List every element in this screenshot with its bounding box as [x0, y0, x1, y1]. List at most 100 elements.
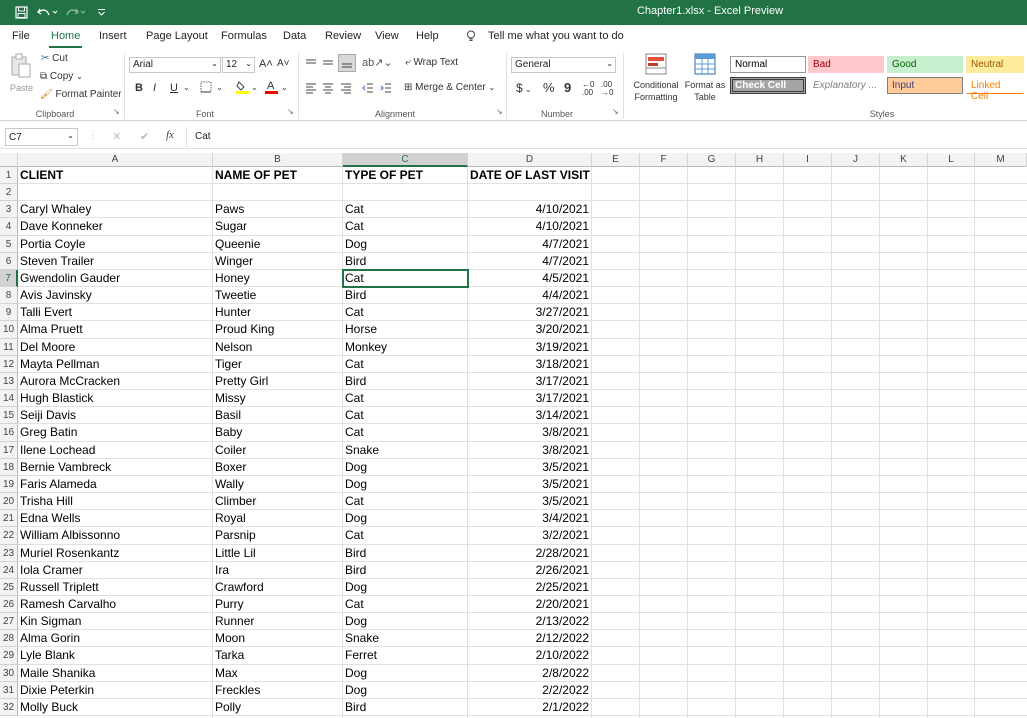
- table-cell[interactable]: 4/7/2021: [468, 253, 592, 270]
- table-cell[interactable]: 2/13/2022: [468, 613, 592, 630]
- cell-style-good[interactable]: Good: [887, 56, 963, 73]
- font-name-dropdown[interactable]: Arial ⌄: [129, 57, 221, 73]
- table-cell[interactable]: Royal: [213, 510, 343, 527]
- table-cell[interactable]: Dog: [343, 510, 468, 527]
- tab-view[interactable]: View: [375, 30, 399, 42]
- table-cell[interactable]: Basil: [213, 407, 343, 424]
- table-cell[interactable]: Bernie Vambreck: [18, 459, 213, 476]
- table-cell[interactable]: Snake: [343, 630, 468, 647]
- customize-qat-icon[interactable]: [94, 4, 108, 21]
- table-cell[interactable]: 2/20/2021: [468, 596, 592, 613]
- table-cell[interactable]: Del Moore: [18, 339, 213, 356]
- table-cell[interactable]: 3/5/2021: [468, 459, 592, 476]
- table-cell[interactable]: 2/8/2022: [468, 665, 592, 682]
- table-cell[interactable]: Dog: [343, 459, 468, 476]
- bold-button[interactable]: B: [135, 82, 143, 94]
- table-cell[interactable]: Iola Cramer: [18, 562, 213, 579]
- table-cell[interactable]: Avis Javinsky: [18, 287, 213, 304]
- tab-formulas[interactable]: Formulas: [221, 30, 267, 42]
- table-cell[interactable]: 3/8/2021: [468, 424, 592, 441]
- row-header[interactable]: 22: [0, 527, 18, 545]
- enter-icon[interactable]: ✔: [140, 130, 149, 143]
- table-cell[interactable]: Nelson: [213, 339, 343, 356]
- cancel-icon[interactable]: ✕: [112, 130, 121, 143]
- row-header[interactable]: 28: [0, 630, 18, 648]
- row-header[interactable]: 10: [0, 321, 18, 339]
- table-cell[interactable]: Boxer: [213, 459, 343, 476]
- table-cell[interactable]: 3/20/2021: [468, 321, 592, 338]
- dialog-launcher-icon[interactable]: ↘: [612, 107, 619, 116]
- column-heading-cell[interactable]: DATE OF LAST VISIT: [468, 167, 592, 184]
- table-cell[interactable]: Muriel Rosenkantz: [18, 545, 213, 562]
- table-cell[interactable]: 2/2/2022: [468, 682, 592, 699]
- table-cell[interactable]: Ramesh Carvalho: [18, 596, 213, 613]
- table-cell[interactable]: [468, 184, 592, 201]
- tab-home[interactable]: Home: [48, 30, 83, 48]
- cell-style-check-cell[interactable]: Check Cell: [730, 77, 806, 94]
- row-header[interactable]: 25: [0, 578, 18, 596]
- cell-style-neutral[interactable]: Neutral: [966, 56, 1024, 73]
- table-cell[interactable]: Portia Coyle: [18, 236, 213, 253]
- table-cell[interactable]: 4/4/2021: [468, 287, 592, 304]
- table-cell[interactable]: Cat: [343, 390, 468, 407]
- table-cell[interactable]: Edna Wells: [18, 510, 213, 527]
- tab-review[interactable]: Review: [325, 30, 361, 42]
- table-cell[interactable]: Winger: [213, 253, 343, 270]
- table-cell[interactable]: Baby: [213, 424, 343, 441]
- row-header[interactable]: 30: [0, 664, 18, 682]
- table-cell[interactable]: Freckles: [213, 682, 343, 699]
- table-cell[interactable]: 2/26/2021: [468, 562, 592, 579]
- table-cell[interactable]: Ilene Lochead: [18, 442, 213, 459]
- align-center-icon[interactable]: [322, 82, 334, 97]
- dialog-launcher-icon[interactable]: ↘: [496, 107, 503, 116]
- table-cell[interactable]: Hugh Blastick: [18, 390, 213, 407]
- select-all-corner[interactable]: [0, 153, 18, 167]
- row-header[interactable]: 15: [0, 407, 18, 425]
- increase-decimal-icon[interactable]: ←0.00: [582, 81, 594, 97]
- table-cell[interactable]: Snake: [343, 442, 468, 459]
- table-cell[interactable]: Purry: [213, 596, 343, 613]
- table-cell[interactable]: Ira: [213, 562, 343, 579]
- column-header-j[interactable]: J: [832, 153, 880, 167]
- row-header[interactable]: 21: [0, 510, 18, 528]
- row-header[interactable]: 32: [0, 698, 18, 717]
- table-cell[interactable]: Tweetie: [213, 287, 343, 304]
- tab-data[interactable]: Data: [283, 30, 306, 42]
- row-header[interactable]: 3: [0, 201, 18, 219]
- table-cell[interactable]: Cat: [343, 493, 468, 510]
- format-painter-button[interactable]: 🖌 Format Painter: [40, 89, 122, 100]
- tab-file[interactable]: File: [12, 30, 30, 42]
- table-cell[interactable]: Cat: [343, 304, 468, 321]
- table-cell[interactable]: Moon: [213, 630, 343, 647]
- table-cell[interactable]: Wally: [213, 476, 343, 493]
- increase-indent-icon[interactable]: [380, 82, 392, 97]
- row-header[interactable]: 29: [0, 647, 18, 665]
- table-cell[interactable]: Pretty Girl: [213, 373, 343, 390]
- table-cell[interactable]: Cat: [343, 201, 468, 218]
- row-header[interactable]: 27: [0, 613, 18, 631]
- decrease-indent-icon[interactable]: [362, 82, 374, 97]
- column-header-a[interactable]: A: [18, 153, 213, 167]
- table-cell[interactable]: Cat: [342, 268, 469, 289]
- table-cell[interactable]: Aurora McCracken: [18, 373, 213, 390]
- table-cell[interactable]: Dog: [343, 579, 468, 596]
- column-header-l[interactable]: L: [928, 153, 975, 167]
- row-header[interactable]: 23: [0, 544, 18, 562]
- cut-button[interactable]: ✂ Cut: [41, 53, 68, 64]
- chevron-down-icon[interactable]: ⌄: [183, 83, 190, 92]
- table-cell[interactable]: Runner: [213, 613, 343, 630]
- table-cell[interactable]: Seiji Davis: [18, 407, 213, 424]
- formula-input[interactable]: Cat: [195, 131, 211, 142]
- table-cell[interactable]: Parsnip: [213, 527, 343, 544]
- table-cell[interactable]: Greg Batin: [18, 424, 213, 441]
- table-cell[interactable]: William Albissonno: [18, 527, 213, 544]
- column-header-m[interactable]: M: [975, 153, 1027, 167]
- column-header-c[interactable]: C: [343, 153, 468, 167]
- table-cell[interactable]: Bird: [343, 562, 468, 579]
- table-cell[interactable]: Honey: [213, 270, 343, 287]
- table-cell[interactable]: Trisha Hill: [18, 493, 213, 510]
- table-cell[interactable]: [213, 184, 343, 201]
- cell-style-normal[interactable]: Normal: [730, 56, 806, 73]
- tab-help[interactable]: Help: [416, 30, 439, 42]
- table-cell[interactable]: Little Lil: [213, 545, 343, 562]
